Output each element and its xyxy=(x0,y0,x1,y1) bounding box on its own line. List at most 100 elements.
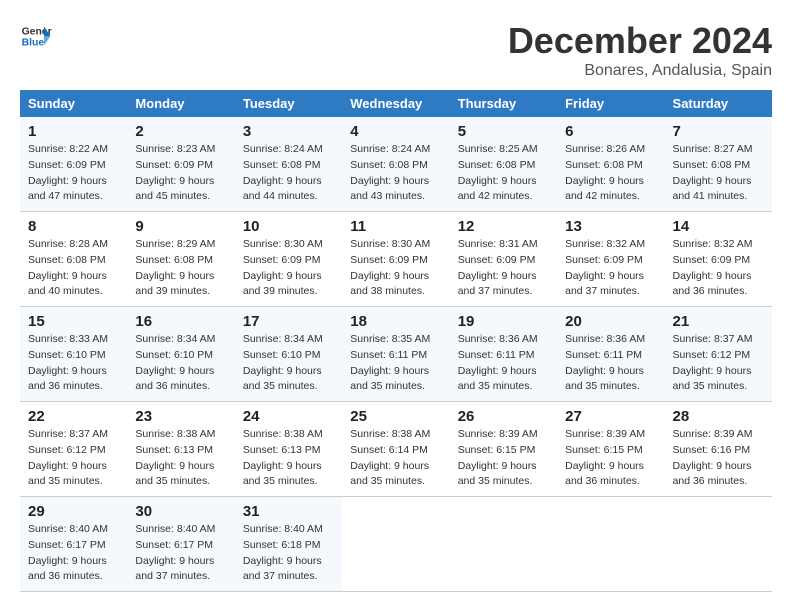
day-info: Sunrise: 8:38 AMSunset: 6:14 PMDaylight:… xyxy=(350,428,430,487)
calendar-table: SundayMondayTuesdayWednesdayThursdayFrid… xyxy=(20,90,772,592)
calendar-body: 1 Sunrise: 8:22 AMSunset: 6:09 PMDaylight… xyxy=(20,117,772,592)
weekday-header-row: SundayMondayTuesdayWednesdayThursdayFrid… xyxy=(20,90,772,117)
calendar-day-cell: 25Sunrise: 8:38 AMSunset: 6:14 PMDayligh… xyxy=(342,402,449,497)
calendar-day-cell: 14 Sunrise: 8:32 AMSunset: 6:09 PMDayligh… xyxy=(665,212,772,307)
calendar-day-cell: 18 Sunrise: 8:35 AMSunset: 6:11 PMDayligh… xyxy=(342,307,449,402)
day-info: Sunrise: 8:39 AMSunset: 6:16 PMDaylight:… xyxy=(673,428,753,487)
month-title: December 2024 xyxy=(508,20,772,62)
calendar-day-cell: 8 Sunrise: 8:28 AMSunset: 6:08 PMDaylight… xyxy=(20,212,127,307)
day-number: 30 xyxy=(135,503,226,520)
day-number: 7 xyxy=(673,123,764,140)
location-title: Bonares, Andalusia, Spain xyxy=(508,62,772,80)
calendar-day-cell: 4Sunrise: 8:24 AMSunset: 6:08 PMDaylight… xyxy=(342,117,449,212)
day-number: 8 xyxy=(28,218,119,235)
day-info: Sunrise: 8:33 AMSunset: 6:10 PMDaylight:… xyxy=(28,333,108,392)
calendar-day-cell: 12 Sunrise: 8:31 AMSunset: 6:09 PMDayligh… xyxy=(450,212,557,307)
calendar-day-cell: 23 Sunrise: 8:38 AMSunset: 6:13 PMDayligh… xyxy=(127,402,234,497)
calendar-day-cell: 22Sunrise: 8:37 AMSunset: 6:12 PMDayligh… xyxy=(20,402,127,497)
calendar-day-cell: 27 Sunrise: 8:39 AMSunset: 6:15 PMDayligh… xyxy=(557,402,664,497)
day-number: 5 xyxy=(458,123,549,140)
calendar-day-cell: 10 Sunrise: 8:30 AMSunset: 6:09 PMDayligh… xyxy=(235,212,342,307)
calendar-week-row: 1 Sunrise: 8:22 AMSunset: 6:09 PMDaylight… xyxy=(20,117,772,212)
day-info: Sunrise: 8:22 AMSunset: 6:09 PMDaylight:… xyxy=(28,143,108,202)
day-info: Sunrise: 8:38 AMSunset: 6:13 PMDaylight:… xyxy=(243,428,323,487)
weekday-header-cell: Wednesday xyxy=(342,90,449,117)
calendar-day-cell xyxy=(665,497,772,592)
day-number: 22 xyxy=(28,408,119,425)
calendar-day-cell: 19 Sunrise: 8:36 AMSunset: 6:11 PMDayligh… xyxy=(450,307,557,402)
day-number: 16 xyxy=(135,313,226,330)
day-number: 31 xyxy=(243,503,334,520)
day-number: 10 xyxy=(243,218,334,235)
weekday-header-cell: Sunday xyxy=(20,90,127,117)
day-number: 20 xyxy=(565,313,656,330)
day-number: 9 xyxy=(135,218,226,235)
calendar-day-cell: 7 Sunrise: 8:27 AMSunset: 6:08 PMDaylight… xyxy=(665,117,772,212)
day-number: 2 xyxy=(135,123,226,140)
calendar-day-cell: 24 Sunrise: 8:38 AMSunset: 6:13 PMDayligh… xyxy=(235,402,342,497)
day-info: Sunrise: 8:25 AMSunset: 6:08 PMDaylight:… xyxy=(458,143,538,202)
day-info: Sunrise: 8:30 AMSunset: 6:09 PMDaylight:… xyxy=(243,238,323,297)
calendar-day-cell: 2 Sunrise: 8:23 AMSunset: 6:09 PMDaylight… xyxy=(127,117,234,212)
calendar-day-cell: 21Sunrise: 8:37 AMSunset: 6:12 PMDayligh… xyxy=(665,307,772,402)
day-number: 27 xyxy=(565,408,656,425)
day-info: Sunrise: 8:29 AMSunset: 6:08 PMDaylight:… xyxy=(135,238,215,297)
calendar-day-cell xyxy=(342,497,449,592)
calendar-day-cell: 31 Sunrise: 8:40 AMSunset: 6:18 PMDayligh… xyxy=(235,497,342,592)
calendar-day-cell xyxy=(450,497,557,592)
day-info: Sunrise: 8:32 AMSunset: 6:09 PMDaylight:… xyxy=(565,238,645,297)
weekday-header-cell: Friday xyxy=(557,90,664,117)
calendar-day-cell: 9 Sunrise: 8:29 AMSunset: 6:08 PMDaylight… xyxy=(127,212,234,307)
day-info: Sunrise: 8:30 AMSunset: 6:09 PMDaylight:… xyxy=(350,238,430,297)
calendar-day-cell: 1 Sunrise: 8:22 AMSunset: 6:09 PMDaylight… xyxy=(20,117,127,212)
day-info: Sunrise: 8:27 AMSunset: 6:08 PMDaylight:… xyxy=(673,143,753,202)
calendar-day-cell: 16Sunrise: 8:34 AMSunset: 6:10 PMDayligh… xyxy=(127,307,234,402)
logo-icon: General Blue xyxy=(20,20,52,52)
day-number: 1 xyxy=(28,123,119,140)
title-area: December 2024 Bonares, Andalusia, Spain xyxy=(508,20,772,80)
day-info: Sunrise: 8:35 AMSunset: 6:11 PMDaylight:… xyxy=(350,333,430,392)
weekday-header-cell: Saturday xyxy=(665,90,772,117)
day-info: Sunrise: 8:39 AMSunset: 6:15 PMDaylight:… xyxy=(458,428,538,487)
calendar-day-cell: 29 Sunrise: 8:40 AMSunset: 6:17 PMDayligh… xyxy=(20,497,127,592)
calendar-week-row: 15 Sunrise: 8:33 AMSunset: 6:10 PMDayligh… xyxy=(20,307,772,402)
day-number: 15 xyxy=(28,313,119,330)
weekday-header-cell: Tuesday xyxy=(235,90,342,117)
day-info: Sunrise: 8:28 AMSunset: 6:08 PMDaylight:… xyxy=(28,238,108,297)
day-number: 17 xyxy=(243,313,334,330)
day-number: 6 xyxy=(565,123,656,140)
day-info: Sunrise: 8:23 AMSunset: 6:09 PMDaylight:… xyxy=(135,143,215,202)
calendar-day-cell xyxy=(557,497,664,592)
calendar-day-cell: 5 Sunrise: 8:25 AMSunset: 6:08 PMDaylight… xyxy=(450,117,557,212)
calendar-day-cell: 28Sunrise: 8:39 AMSunset: 6:16 PMDayligh… xyxy=(665,402,772,497)
day-number: 23 xyxy=(135,408,226,425)
day-number: 12 xyxy=(458,218,549,235)
day-number: 21 xyxy=(673,313,764,330)
calendar-day-cell: 6 Sunrise: 8:26 AMSunset: 6:08 PMDaylight… xyxy=(557,117,664,212)
day-number: 29 xyxy=(28,503,119,520)
day-info: Sunrise: 8:39 AMSunset: 6:15 PMDaylight:… xyxy=(565,428,645,487)
day-info: Sunrise: 8:36 AMSunset: 6:11 PMDaylight:… xyxy=(458,333,538,392)
calendar-day-cell: 13Sunrise: 8:32 AMSunset: 6:09 PMDayligh… xyxy=(557,212,664,307)
calendar-day-cell: 3Sunrise: 8:24 AMSunset: 6:08 PMDaylight… xyxy=(235,117,342,212)
day-number: 26 xyxy=(458,408,549,425)
weekday-header-cell: Monday xyxy=(127,90,234,117)
calendar-day-cell: 11Sunrise: 8:30 AMSunset: 6:09 PMDayligh… xyxy=(342,212,449,307)
day-info: Sunrise: 8:24 AMSunset: 6:08 PMDaylight:… xyxy=(350,143,430,202)
day-number: 19 xyxy=(458,313,549,330)
calendar-day-cell: 20Sunrise: 8:36 AMSunset: 6:11 PMDayligh… xyxy=(557,307,664,402)
day-info: Sunrise: 8:40 AMSunset: 6:17 PMDaylight:… xyxy=(28,523,108,582)
day-number: 18 xyxy=(350,313,441,330)
calendar-week-row: 29 Sunrise: 8:40 AMSunset: 6:17 PMDayligh… xyxy=(20,497,772,592)
day-number: 24 xyxy=(243,408,334,425)
svg-text:Blue: Blue xyxy=(22,38,45,49)
day-info: Sunrise: 8:34 AMSunset: 6:10 PMDaylight:… xyxy=(243,333,323,392)
day-info: Sunrise: 8:31 AMSunset: 6:09 PMDaylight:… xyxy=(458,238,538,297)
day-number: 14 xyxy=(673,218,764,235)
day-info: Sunrise: 8:32 AMSunset: 6:09 PMDaylight:… xyxy=(673,238,753,297)
logo: General Blue xyxy=(20,20,52,52)
weekday-header-cell: Thursday xyxy=(450,90,557,117)
day-info: Sunrise: 8:38 AMSunset: 6:13 PMDaylight:… xyxy=(135,428,215,487)
day-info: Sunrise: 8:40 AMSunset: 6:18 PMDaylight:… xyxy=(243,523,323,582)
day-info: Sunrise: 8:26 AMSunset: 6:08 PMDaylight:… xyxy=(565,143,645,202)
